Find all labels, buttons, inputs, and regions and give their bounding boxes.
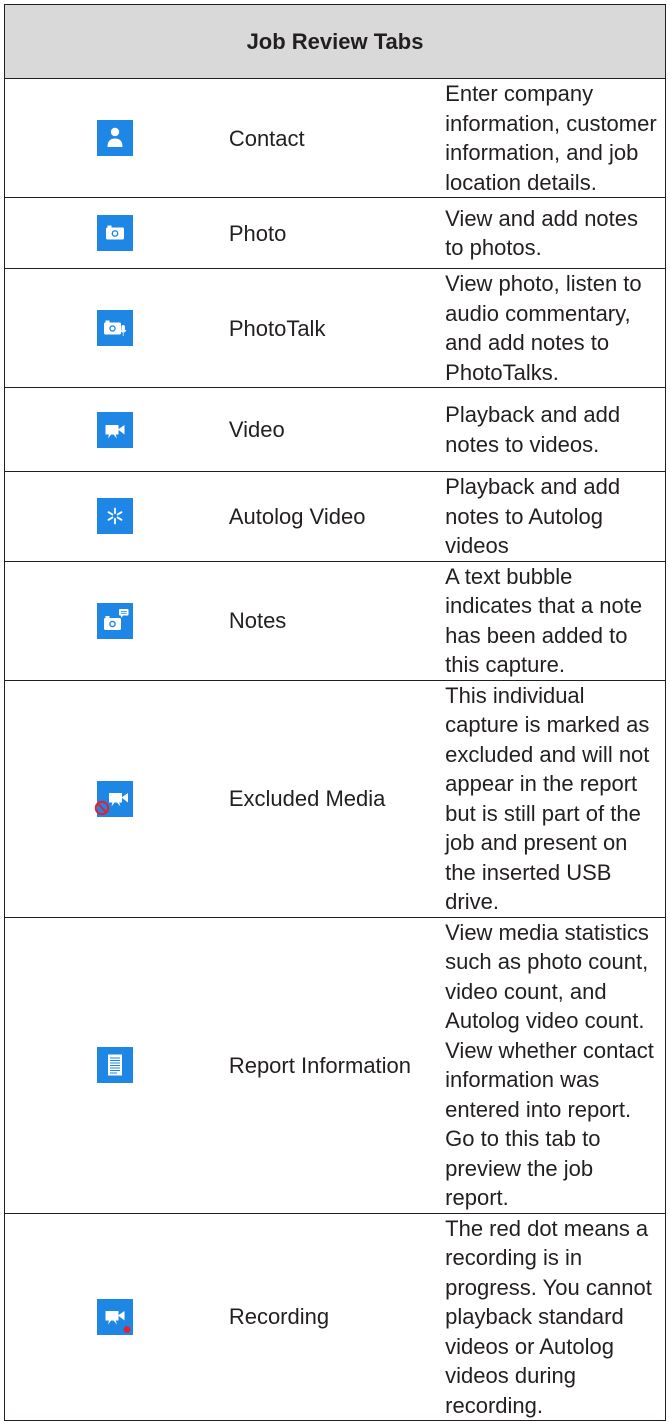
tab-description: View and add notes to photos. — [445, 197, 667, 269]
table-row: Report Information View media statistics… — [3, 916, 667, 1214]
tab-name: Recording — [224, 1212, 446, 1421]
report-document-icon — [96, 1047, 133, 1083]
tab-name: Contact — [224, 78, 446, 198]
autolog-asterisk-icon — [96, 498, 133, 535]
tab-description: View media statistics such as photo coun… — [445, 916, 667, 1214]
video-camera-icon — [96, 411, 133, 448]
table-row: PhotoTalk View photo, listen to audio co… — [3, 268, 667, 388]
tab-name: Video — [224, 387, 446, 472]
camera-mic-icon — [96, 310, 133, 346]
table-row: Autolog Video Playback and add notes to … — [3, 471, 667, 562]
tab-name: Report Information — [224, 916, 446, 1214]
tab-name: PhotoTalk — [224, 268, 446, 388]
camera-note-bubble-icon — [96, 602, 133, 639]
tab-description: This individual capture is marked as exc… — [445, 679, 667, 918]
tab-description: Enter company information, customer info… — [445, 78, 667, 198]
tab-description: View photo, listen to audio commentary, … — [445, 268, 667, 388]
tab-description: Playback and add notes to Autolog videos — [445, 471, 667, 562]
table-row: Recording The red dot means a recording … — [3, 1212, 667, 1421]
table-row: Contact Enter company information, custo… — [3, 78, 667, 198]
table-row: Notes A text bubble indicates that a not… — [3, 560, 667, 681]
table-row: Excluded Media This individual capture i… — [3, 679, 667, 918]
tab-name: Photo — [224, 197, 446, 269]
tab-description: A text bubble indicates that a note has … — [445, 560, 667, 681]
tab-name: Autolog Video — [224, 471, 446, 562]
recording-video-icon — [96, 1298, 133, 1335]
table-row: Photo View and add notes to photos. — [3, 197, 667, 269]
table-header: Job Review Tabs — [4, 4, 666, 79]
tab-description: The red dot means a recording is in prog… — [445, 1212, 667, 1421]
tab-description: Playback and add notes to videos. — [445, 387, 667, 472]
tab-name: Excluded Media — [224, 679, 446, 918]
excluded-video-icon — [94, 780, 133, 817]
job-review-tabs-table: Job Review Tabs Contact Enter company in… — [3, 4, 667, 1421]
camera-icon — [96, 215, 133, 251]
person-icon — [96, 120, 133, 156]
table-row: Video Playback and add notes to videos. — [3, 387, 667, 472]
tab-name: Notes — [224, 560, 446, 681]
